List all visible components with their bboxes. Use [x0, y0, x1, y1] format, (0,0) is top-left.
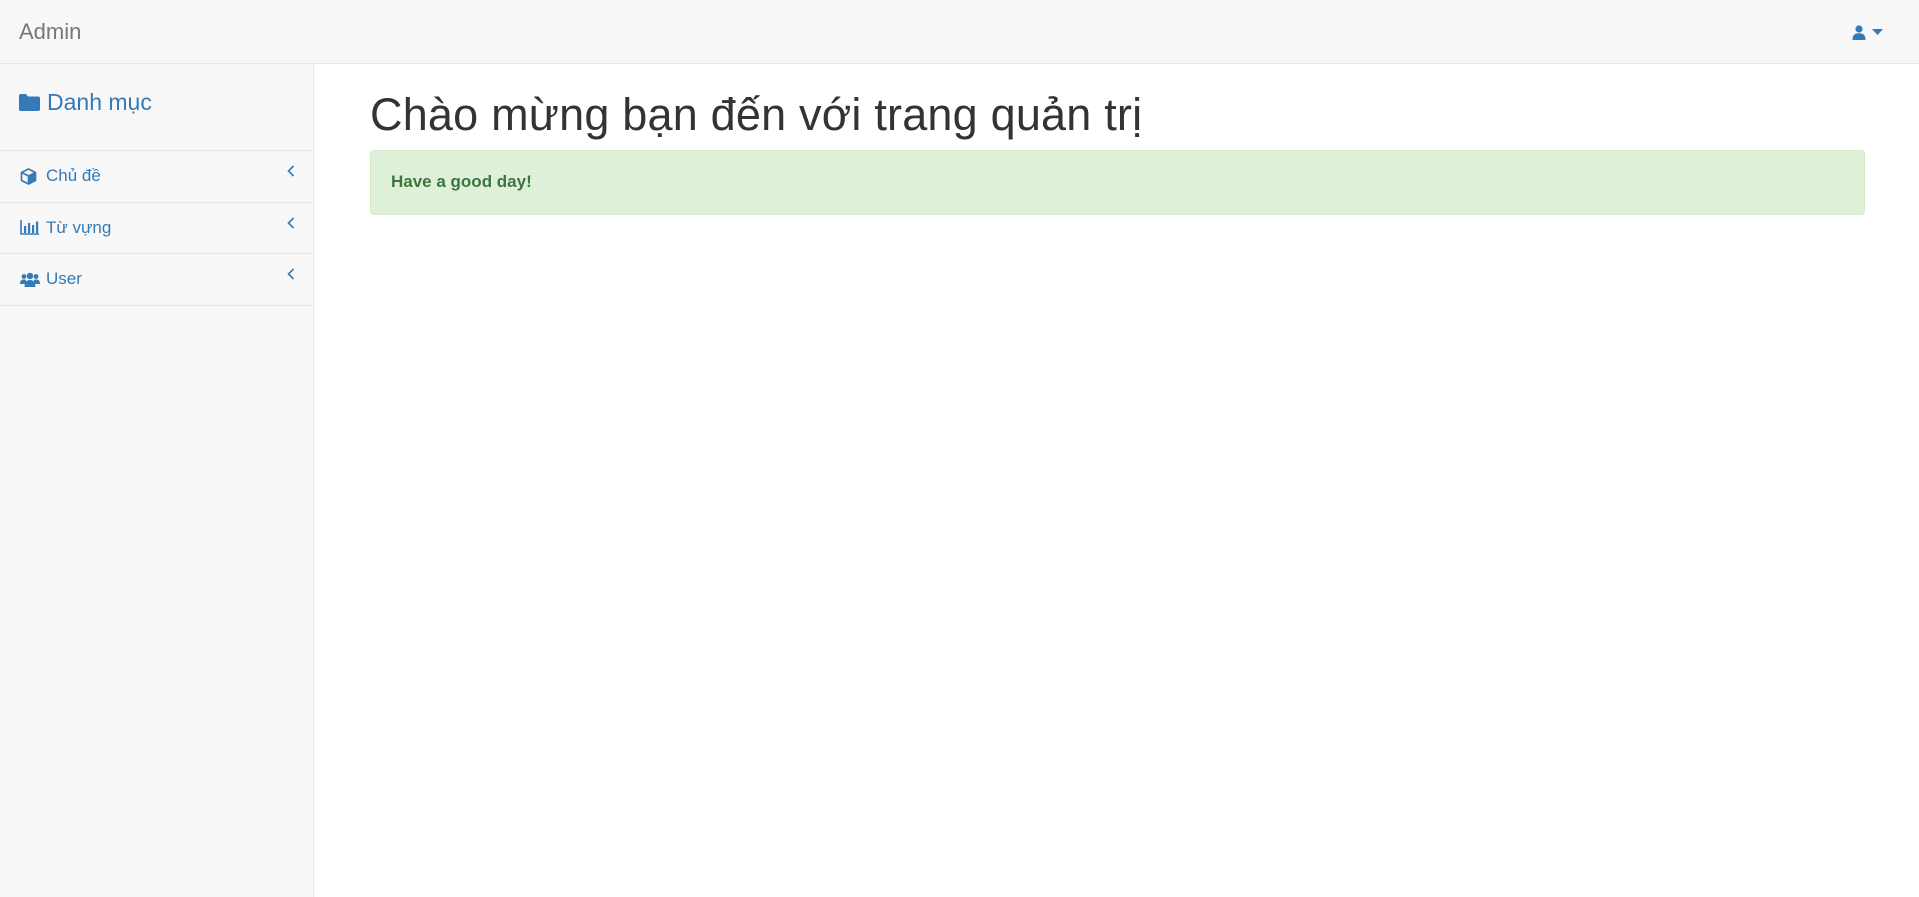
chevron-left-icon — [287, 216, 295, 229]
alert-message: Have a good day! — [391, 172, 532, 191]
sidebar-item-user[interactable]: User — [0, 254, 313, 306]
sidebar-item-chu-de[interactable]: Chủ đề — [0, 151, 313, 203]
user-icon — [1852, 24, 1866, 40]
page-title: Chào mừng bạn đến với trang quản trị — [370, 89, 1143, 140]
user-menu-toggle[interactable] — [1843, 20, 1883, 44]
bar-chart-icon — [20, 220, 40, 236]
sidebar-item-label: Chủ đề — [46, 166, 101, 186]
sidebar-header-label: Danh mục — [47, 88, 152, 115]
success-alert: Have a good day! — [370, 149, 1865, 215]
top-navbar: Admin — [0, 0, 1919, 64]
sidebar-item-tu-vung[interactable]: Từ vựng — [0, 203, 313, 254]
chevron-left-icon — [287, 165, 295, 177]
folder-icon — [19, 93, 40, 111]
brand-link[interactable]: Admin — [19, 0, 81, 63]
sidebar-item-label: Từ vựng — [46, 217, 112, 237]
sidebar: Danh mục Chủ đề Từ vựng User — [0, 64, 314, 897]
chevron-left-icon — [287, 268, 295, 280]
users-icon — [20, 272, 40, 287]
caret-down-icon — [1872, 29, 1883, 35]
main-content: Chào mừng bạn đến với trang quản trị Hav… — [370, 64, 1865, 215]
cube-icon — [20, 167, 40, 185]
sidebar-item-label: User — [46, 269, 82, 289]
sidebar-header-danh-muc[interactable]: Danh mục — [0, 64, 313, 151]
